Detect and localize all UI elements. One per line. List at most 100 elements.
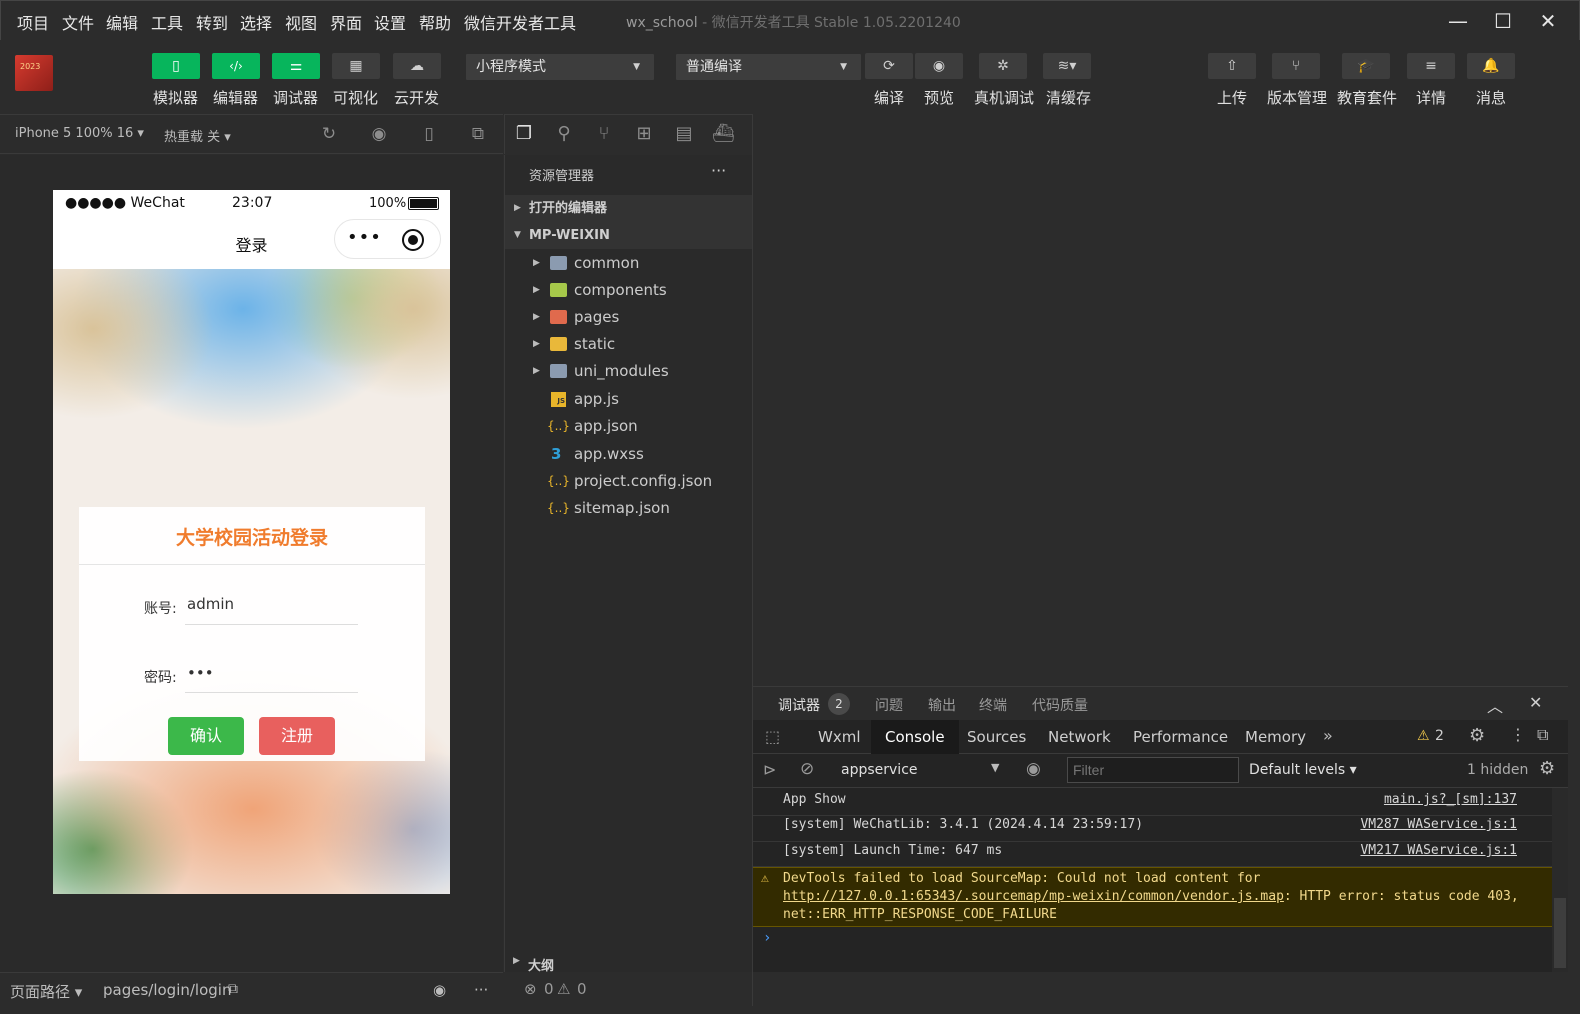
record-icon[interactable]: ◉ <box>369 124 389 144</box>
remote-debug-button[interactable]: ✲ <box>979 53 1027 79</box>
eye-icon[interactable]: ◉ <box>1026 759 1041 779</box>
menu-select[interactable]: 选择 <box>240 10 272 34</box>
inspect-element-icon[interactable]: ⬚ <box>765 727 780 746</box>
more-dots-icon[interactable]: ••• <box>347 227 382 248</box>
confirm-button[interactable]: 确认 <box>168 717 244 755</box>
docker-icon[interactable]: ⛴ <box>712 123 735 145</box>
console-prompt-icon[interactable]: › <box>763 930 771 946</box>
account-input[interactable]: admin <box>187 595 234 613</box>
rotate-icon[interactable]: ↻ <box>319 124 339 144</box>
hot-reload-select[interactable]: 热重载 关 ▾ <box>164 126 231 145</box>
tab-output[interactable]: 输出 <box>928 695 956 715</box>
menu-wechat-devtools[interactable]: 微信开发者工具 <box>464 10 576 34</box>
tree-folder-static[interactable]: ▶ static <box>505 331 752 358</box>
context-select[interactable]: appservice <box>841 762 918 778</box>
settings-gear-icon[interactable]: ⚙ <box>1469 725 1485 746</box>
console-filter-input[interactable] <box>1067 757 1239 783</box>
editor-toggle-button[interactable]: ‹/› <box>212 53 260 79</box>
minimize-icon[interactable]: — <box>1443 7 1473 35</box>
chevron-up-icon[interactable]: ︿ <box>1487 693 1503 717</box>
outline-section[interactable]: ▶ 大纲 <box>504 950 752 976</box>
close-icon[interactable]: ✕ <box>1529 693 1542 712</box>
device-select[interactable]: iPhone 5 100% 16 ▾ <box>15 126 144 141</box>
mode-select[interactable]: 小程序模式 ▼ <box>466 54 654 80</box>
tab-performance[interactable]: Performance <box>1119 720 1242 754</box>
tab-console[interactable]: Console <box>871 720 959 754</box>
search-icon[interactable]: ⚲ <box>553 123 575 145</box>
log-source-link[interactable]: main.js?_[sm]:137 <box>1384 792 1517 807</box>
tab-wxml[interactable]: Wxml <box>804 720 875 754</box>
tree-folder-components[interactable]: ▶ components <box>505 277 752 304</box>
tab-problems[interactable]: 问题 <box>875 695 903 715</box>
scrollbar-thumb[interactable] <box>1554 898 1566 968</box>
close-target-icon[interactable] <box>402 229 424 251</box>
details-button[interactable]: ≡ <box>1407 53 1455 79</box>
more-icon[interactable]: ··· <box>474 981 488 999</box>
tab-sources[interactable]: Sources <box>953 720 1040 754</box>
tree-file-sitemap[interactable]: {..} sitemap.json <box>505 495 752 522</box>
detach-window-icon[interactable]: ⧉ <box>468 124 488 144</box>
files-icon[interactable]: ❐ <box>513 123 535 145</box>
menu-settings[interactable]: 设置 <box>374 10 406 34</box>
phone-icon[interactable]: ▯ <box>419 124 439 144</box>
close-icon[interactable]: ✕ <box>1533 7 1563 35</box>
problems-status[interactable]: ⊗ 0 ⚠ 0 <box>504 976 752 1006</box>
tree-file-project-config[interactable]: {..} project.config.json <box>505 468 752 495</box>
console-scrollbar[interactable] <box>1552 788 1568 972</box>
menu-view[interactable]: 视图 <box>285 10 317 34</box>
menu-tools[interactable]: 工具 <box>151 10 183 34</box>
tree-file-app-json[interactable]: {..} app.json <box>505 413 752 440</box>
warning-icon[interactable]: ⚠ <box>1417 728 1430 744</box>
tab-memory[interactable]: Memory <box>1231 720 1320 754</box>
open-editors-section[interactable]: ▶ 打开的编辑器 <box>505 195 752 222</box>
simulator-toggle-button[interactable]: ▯ <box>152 53 200 79</box>
save-icon[interactable]: ▤ <box>673 123 695 145</box>
eye-icon[interactable]: ◉ <box>433 981 446 999</box>
menu-file[interactable]: 文件 <box>62 10 94 34</box>
log-source-link[interactable]: VM287 WAService.js:1 <box>1360 817 1517 832</box>
tab-terminal[interactable]: 终端 <box>979 695 1007 715</box>
cloud-dev-button[interactable]: ☁ <box>393 53 441 79</box>
clear-console-icon[interactable]: ⊘ <box>800 759 814 779</box>
preview-button[interactable]: ◉ <box>915 53 963 79</box>
tab-network[interactable]: Network <box>1034 720 1125 754</box>
copy-icon[interactable]: ⧉ <box>228 981 238 997</box>
version-control-button[interactable]: ⑂ <box>1272 53 1320 79</box>
compile-button[interactable]: ⟳ <box>865 53 913 79</box>
project-section[interactable]: ▼ MP-WEIXIN <box>505 222 752 249</box>
sourcemap-link[interactable]: http://127.0.0.1:65343/.sourcemap/mp-wei… <box>783 889 1284 904</box>
source-control-icon[interactable]: ⑂ <box>593 123 615 145</box>
tree-file-app-wxss[interactable]: 3 app.wxss <box>505 441 752 468</box>
education-kit-button[interactable]: 🎓 <box>1342 53 1390 79</box>
extensions-icon[interactable]: ⊞ <box>633 123 655 145</box>
console-settings-icon[interactable]: ⚙ <box>1539 758 1555 779</box>
menu-interface[interactable]: 界面 <box>330 10 362 34</box>
kebab-menu-icon[interactable]: ⋮ <box>1510 725 1526 744</box>
upload-button[interactable]: ⇧ <box>1208 53 1256 79</box>
project-avatar[interactable]: 2023 <box>15 55 53 91</box>
sidebar-toggle-icon[interactable]: ⊳ <box>763 760 776 779</box>
messages-button[interactable]: 🔔 <box>1467 53 1515 79</box>
debugger-toggle-button[interactable]: ⚌ <box>272 53 320 79</box>
compile-mode-select[interactable]: 普通编译 ▼ <box>676 54 861 80</box>
register-button[interactable]: 注册 <box>259 717 335 755</box>
clear-cache-button[interactable]: ≋▾ <box>1043 53 1091 79</box>
log-source-link[interactable]: VM217 WAService.js:1 <box>1360 843 1517 858</box>
menu-goto[interactable]: 转到 <box>196 10 228 34</box>
tree-file-app-js[interactable]: JS app.js <box>505 386 752 413</box>
log-levels-select[interactable]: Default levels ▾ <box>1249 762 1357 778</box>
more-icon[interactable]: ··· <box>711 161 726 180</box>
maximize-icon[interactable]: ☐ <box>1488 7 1518 35</box>
tree-folder-pages[interactable]: ▶ pages <box>505 304 752 331</box>
menu-project[interactable]: 项目 <box>17 10 49 34</box>
menu-help[interactable]: 帮助 <box>419 10 451 34</box>
menu-edit[interactable]: 编辑 <box>106 10 138 34</box>
visual-button[interactable]: ▦ <box>332 53 380 79</box>
tree-folder-uni-modules[interactable]: ▶ uni_modules <box>505 358 752 385</box>
tab-code-quality[interactable]: 代码质量 <box>1032 695 1088 715</box>
dock-icon[interactable]: ⧉ <box>1537 725 1548 745</box>
page-path-select[interactable]: 页面路径 ▾ <box>10 981 82 1002</box>
password-input[interactable]: ••• <box>187 664 214 682</box>
more-tabs-icon[interactable]: » <box>1323 726 1333 745</box>
tree-folder-common[interactable]: ▶ common <box>505 250 752 277</box>
